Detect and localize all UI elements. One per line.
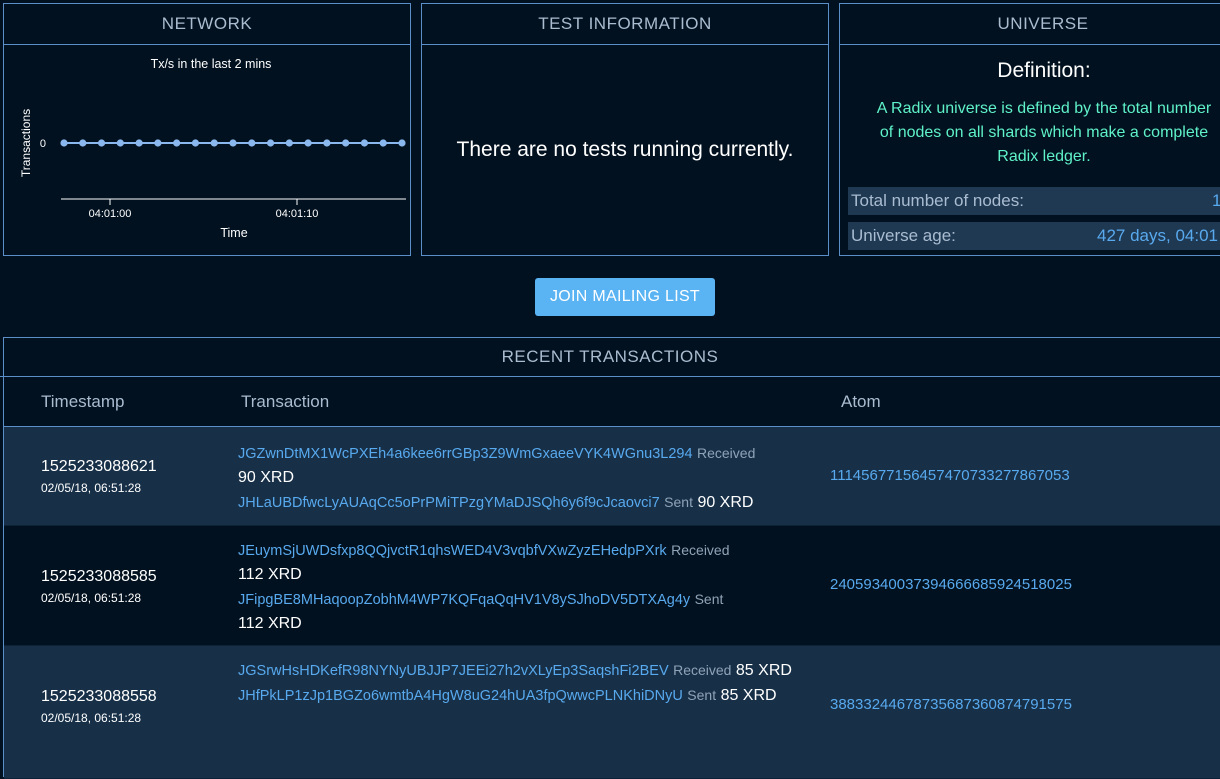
row-date: 02/05/18, 06:51:28 [41,481,142,495]
atom-id-link[interactable]: 38833244678735687360874791575 [830,696,1072,713]
sent-address-link[interactable]: JHLaUBDfwcLyAUAqCc5oPrPMiTPzgYMaDJSQh6y6… [238,495,660,511]
sent-amount: 85 XRD [720,687,777,704]
chart-point [360,139,369,147]
network-panel: NETWORK Tx/s in the last 2 mins Transact… [3,3,411,256]
row-timestamp: 1525233088585 [41,568,157,585]
chart-point [342,139,350,147]
total-nodes-value: 1 [1212,191,1220,210]
sent-label: Sent [694,591,724,607]
row-timestamp: 1525233088558 [41,688,157,705]
universe-age-row: Universe age: 427 days, 04:01 [848,222,1220,250]
chart-point [210,139,218,147]
header-atom: Atom [841,392,881,411]
row-transaction: JGZwnDtMX1WcPXEh4a6kee6rrGBp3Z9WmGxaeeVY… [238,441,798,515]
chart-ylabel: Transactions [19,109,33,177]
received-amount: 90 XRD [238,469,295,486]
universe-age-label: Universe age: [851,226,956,245]
received-address-link[interactable]: JGSrwHsHDKefR98NYNyUBJJP7JEEi27h2vXLyEp3… [238,663,669,679]
test-info-panel: TEST INFORMATION There are no tests runn… [421,3,829,256]
chart-point [248,139,256,147]
universe-title: UNIVERSE [840,4,1220,45]
sent-amount: 90 XRD [697,494,754,511]
chart-xtick-0: 04:01:00 [89,208,132,220]
definition-text: A Radix universe is defined by the total… [840,97,1220,169]
chart-ytick-0: 0 [40,138,46,150]
chart-point [79,139,87,147]
row-date: 02/05/18, 06:51:28 [41,591,142,605]
network-chart: Tx/s in the last 2 mins Transactions 0 0… [19,57,406,240]
sent-address-link[interactable]: JFipgBE8MHaqoopZobhM4WP7KQFqaQqHV1V8ySJh… [238,592,690,608]
row-date: 02/05/18, 06:51:28 [41,711,142,725]
chart-point [323,139,331,147]
recent-transactions-panel: RECENT TRANSACTIONS Timestamp Transactio… [0,337,1220,779]
table-row[interactable]: 1525233088585 02/05/18, 06:51:28 JEuymSj… [4,526,1220,646]
chart-point [285,139,293,147]
row-transaction: JEuymSjUWDsfxp8QQjvctR1qhsWED4V3vqbfVXwZ… [238,538,798,636]
sent-amount: 112 XRD [238,615,302,632]
table-row[interactable]: 1525233088558 02/05/18, 06:51:28 JGSrwHs… [4,646,1220,779]
chart-point [173,139,181,147]
universe-age-value: 427 days, 04:01 [1097,226,1218,245]
table-row[interactable]: 1525233088621 02/05/18, 06:51:28 JGZwnDt… [4,427,1220,526]
definition-line-3: Radix ledger. [997,148,1091,165]
chart-xlabel: Time [220,226,247,240]
chart-point [116,139,124,147]
received-address-link[interactable]: JEuymSjUWDsfxp8QQjvctR1qhsWED4V3vqbfVXwZ… [238,543,667,559]
sent-label: Sent [687,687,717,703]
join-mailing-list-button[interactable]: JOIN MAILING LIST [535,278,715,316]
chart-point [229,139,237,147]
chart-point [266,139,275,147]
total-nodes-label: Total number of nodes: [851,191,1024,210]
chart-point [97,139,106,147]
sent-address-link[interactable]: JHfPkLP1zJp1BGZo6wmtbA4HgW8uG24hUA3fpQww… [238,688,683,704]
row-transaction: JGSrwHsHDKefR98NYNyUBJJP7JEEi27h2vXLyEp3… [238,658,798,708]
universe-panel: UNIVERSE Definition: A Radix universe is… [839,3,1220,256]
received-label: Received [673,662,732,678]
received-label: Received [671,542,730,558]
received-amount: 112 XRD [238,566,302,583]
recent-transactions-title-text: RECENT TRANSACTIONS [501,347,719,366]
chart-point [135,139,143,147]
universe-title-text: UNIVERSE [997,14,1089,33]
chart-point [60,139,68,147]
definition-title: Definition: [997,59,1091,82]
test-info-title: TEST INFORMATION [422,4,828,45]
definition-line-1: A Radix universe is defined by the total… [876,100,1212,117]
chart-point [304,139,312,147]
chart-point [379,139,387,147]
no-tests-message: There are no tests running currently. [456,138,794,161]
chart-point [154,139,162,147]
chart-point [398,139,406,147]
header-transaction: Transaction [241,392,330,411]
definition-line-2: of nodes on all shards which make a comp… [879,124,1209,141]
received-amount: 85 XRD [735,662,792,679]
table-header: Timestamp Transaction Atom [4,377,1220,427]
atom-id-link[interactable]: 24059340037394666685924518025 [830,576,1072,593]
chart-title: Tx/s in the last 2 mins [151,57,272,71]
chart-xtick-1: 04:01:10 [276,208,319,220]
chart-point [191,139,200,147]
header-timestamp: Timestamp [41,392,125,411]
recent-transactions-title: RECENT TRANSACTIONS [0,338,1220,377]
row-timestamp: 1525233088621 [41,458,157,475]
network-panel-title: NETWORK [4,4,410,45]
atom-id-link[interactable]: 11145677156457470733277867053 [830,467,1070,484]
received-label: Received [696,445,756,461]
sent-label: Sent [664,494,693,510]
total-nodes-row: Total number of nodes: 1 [848,187,1220,215]
received-address-link[interactable]: JGZwnDtMX1WcPXEh4a6kee6rrGBp3Z9WmGxaeeVY… [238,446,693,462]
chart-series [60,139,406,147]
